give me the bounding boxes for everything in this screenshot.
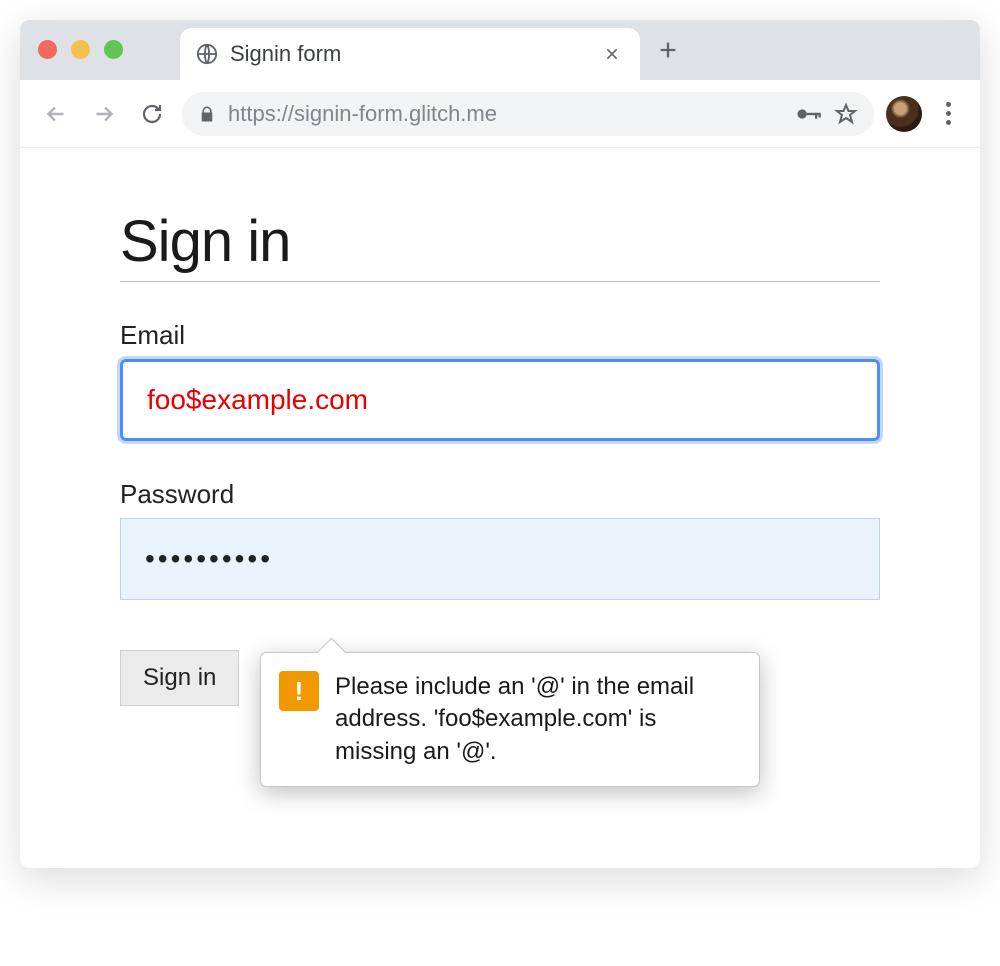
password-field[interactable] bbox=[120, 518, 880, 600]
warning-icon: ! bbox=[279, 671, 319, 711]
validation-tooltip: ! Please include an '@' in the email add… bbox=[260, 652, 760, 787]
forward-button[interactable] bbox=[86, 96, 122, 132]
back-button[interactable] bbox=[38, 96, 74, 132]
window-controls bbox=[38, 40, 123, 59]
sign-in-button[interactable]: Sign in bbox=[120, 650, 239, 706]
page-content: Sign in Email Password Sign in ! Please … bbox=[20, 148, 980, 868]
password-key-icon[interactable] bbox=[794, 100, 822, 128]
window-minimize-button[interactable] bbox=[71, 40, 90, 59]
browser-toolbar: https://signin-form.glitch.me bbox=[20, 80, 980, 148]
reload-button[interactable] bbox=[134, 96, 170, 132]
lock-icon bbox=[198, 105, 216, 123]
url-text: https://signin-form.glitch.me bbox=[228, 101, 782, 127]
email-field[interactable] bbox=[120, 359, 880, 441]
window-maximize-button[interactable] bbox=[104, 40, 123, 59]
new-tab-button[interactable] bbox=[648, 30, 688, 70]
browser-menu-button[interactable] bbox=[934, 96, 962, 132]
page-title: Sign in bbox=[120, 208, 880, 282]
tab-close-icon[interactable] bbox=[604, 46, 624, 62]
validation-message: Please include an '@' in the email addre… bbox=[335, 671, 741, 768]
browser-window: Signin form https://signin-form.glitch.m… bbox=[20, 20, 980, 868]
email-label: Email bbox=[120, 320, 880, 351]
bookmark-star-icon[interactable] bbox=[834, 102, 858, 126]
window-close-button[interactable] bbox=[38, 40, 57, 59]
password-label: Password bbox=[120, 479, 880, 510]
titlebar: Signin form bbox=[20, 20, 980, 80]
tab-title: Signin form bbox=[230, 41, 592, 67]
address-bar[interactable]: https://signin-form.glitch.me bbox=[182, 92, 874, 136]
globe-icon bbox=[196, 43, 218, 65]
profile-avatar[interactable] bbox=[886, 96, 922, 132]
browser-tab[interactable]: Signin form bbox=[180, 28, 640, 80]
